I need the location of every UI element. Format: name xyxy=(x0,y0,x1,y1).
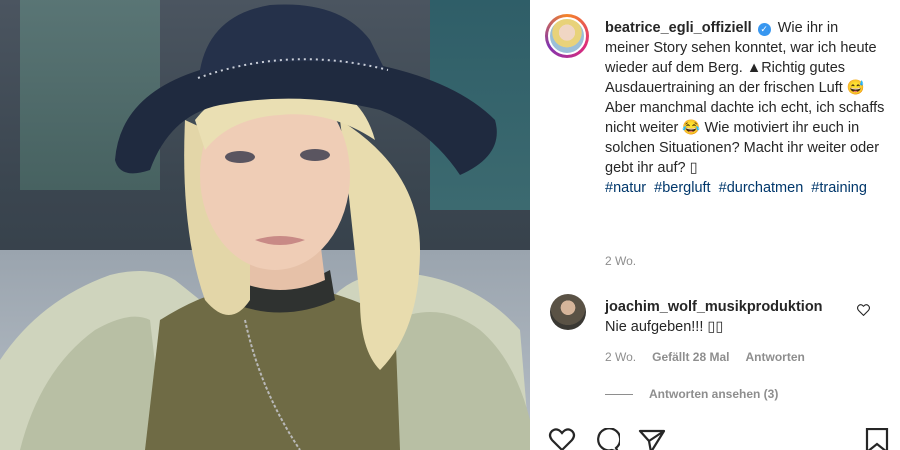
comment-timestamp[interactable]: 2 Wo. xyxy=(605,350,636,364)
commenter-username[interactable]: joachim_wolf_musikproduktion xyxy=(605,297,855,317)
comment-like-heart-icon[interactable] xyxy=(856,304,870,318)
heart-icon[interactable] xyxy=(548,428,576,450)
comment-meta: 2 Wo. Gefällt 28 Mal Antworten xyxy=(605,350,805,364)
owner-avatar-image xyxy=(548,17,586,55)
hashtag-link[interactable]: #durchatmen xyxy=(719,180,804,196)
woman-portrait-illustration xyxy=(0,4,530,450)
comment-text: Nie aufgeben!!! ▯▯ xyxy=(605,319,724,335)
owner-username[interactable]: beatrice_egli_offiziell xyxy=(605,20,752,36)
comment: joachim_wolf_musikproduktion Nie aufgebe… xyxy=(605,297,855,337)
hashtag-link[interactable]: #bergluft xyxy=(654,180,710,196)
owner-avatar[interactable] xyxy=(545,14,589,58)
comment-icon[interactable] xyxy=(592,427,622,450)
hashtag-link[interactable]: #natur xyxy=(605,180,646,196)
post-timestamp[interactable]: 2 Wo. xyxy=(605,254,636,268)
post-caption: beatrice_egli_offiziell ✓ Wie ihr in mei… xyxy=(605,18,885,198)
post-photo[interactable] xyxy=(0,0,530,450)
view-replies-button[interactable]: Antworten ansehen (3) xyxy=(605,387,778,401)
verified-badge-icon: ✓ xyxy=(757,23,771,36)
hashtag-list: #natur #bergluft #durchatmen #training xyxy=(605,178,885,198)
divider-line xyxy=(605,393,633,395)
post-details-panel: beatrice_egli_offiziell ✓ Wie ihr in mei… xyxy=(530,0,900,450)
hashtag-link[interactable]: #training xyxy=(811,180,867,196)
reply-button[interactable]: Antworten xyxy=(746,350,805,364)
post-actions-bar xyxy=(548,427,891,450)
share-icon[interactable] xyxy=(638,428,666,450)
caption-text: Wie ihr in meiner Story sehen konntet, w… xyxy=(605,20,885,176)
bookmark-icon[interactable] xyxy=(863,427,891,450)
commenter-avatar[interactable] xyxy=(550,294,586,330)
view-replies-label: Antworten ansehen (3) xyxy=(649,387,779,401)
comment-likes-count[interactable]: Gefällt 28 Mal xyxy=(652,350,729,364)
